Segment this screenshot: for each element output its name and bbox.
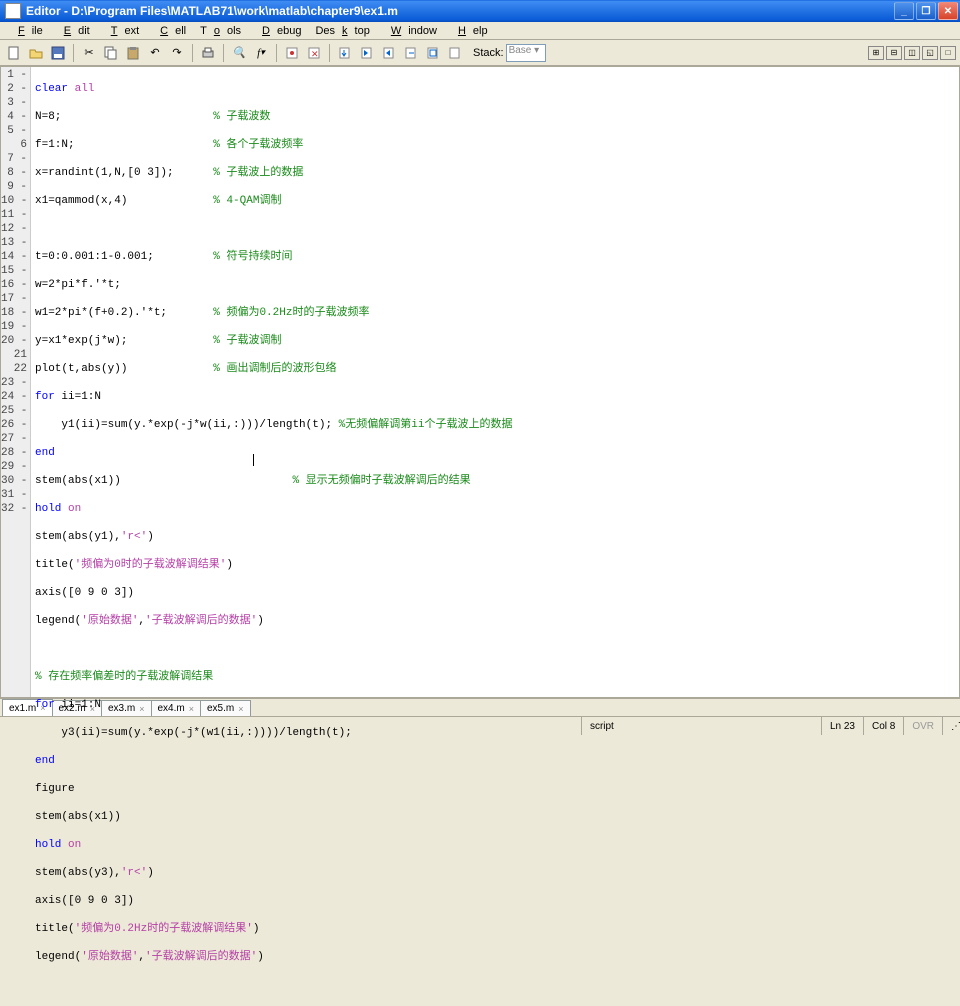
gutter-line[interactable]: 31 - (1, 488, 30, 502)
print-icon[interactable] (198, 43, 218, 63)
gutter-line[interactable]: 23 - (1, 376, 30, 390)
close-button[interactable]: ✕ (938, 2, 958, 20)
menu-help[interactable]: Help (444, 24, 495, 38)
open-file-icon[interactable] (26, 43, 46, 63)
gutter-line[interactable]: 13 - (1, 236, 30, 250)
redo-icon[interactable]: ↷ (167, 43, 187, 63)
dock-icon[interactable]: ◱ (922, 46, 938, 60)
gutter-line[interactable]: 26 - (1, 418, 30, 432)
gutter-line[interactable]: 32 - (1, 502, 30, 516)
gutter-line[interactable]: 8 - (1, 166, 30, 180)
step-icon[interactable] (335, 43, 355, 63)
stack-select[interactable]: Base ▾ (506, 44, 546, 62)
breakpoint-set-icon[interactable] (282, 43, 302, 63)
gutter-line[interactable]: 19 - (1, 320, 30, 334)
continue-icon[interactable] (401, 43, 421, 63)
gutter-line[interactable]: 30 - (1, 474, 30, 488)
gutter-line[interactable]: 27 - (1, 432, 30, 446)
cut-icon[interactable]: ✂ (79, 43, 99, 63)
stack-label: Stack: (473, 47, 504, 59)
toolbar: ✂ ↶ ↷ 🔍 f▾ ✕ Stack: Base ▾ ⊞ ⊟ ◫ ◱ □ (0, 40, 960, 66)
gutter-line[interactable]: 29 - (1, 460, 30, 474)
exit-debug-icon[interactable] (445, 43, 465, 63)
maximize-button[interactable]: ❐ (916, 2, 936, 20)
window-title: Editor - D:\Program Files\MATLAB71\work\… (24, 4, 894, 18)
gutter-line[interactable]: 21 (1, 348, 30, 362)
gutter-line[interactable]: 10 - (1, 194, 30, 208)
gutter-line[interactable]: 2 - (1, 82, 30, 96)
gutter-line[interactable]: 25 - (1, 404, 30, 418)
undo-icon[interactable]: ↶ (145, 43, 165, 63)
editor-pane: 1 - 2 - 3 - 4 - 5 - 6 7 - 8 - 9 - 10 - 1… (0, 66, 960, 698)
run-icon[interactable] (423, 43, 443, 63)
gutter-line[interactable]: 28 - (1, 446, 30, 460)
maximize-pane-icon[interactable]: □ (940, 46, 956, 60)
function-icon[interactable]: f▾ (251, 43, 271, 63)
tile-icon[interactable]: ⊞ (868, 46, 884, 60)
menu-cell[interactable]: Cell (146, 24, 193, 38)
copy-icon[interactable] (101, 43, 121, 63)
gutter-line[interactable]: 7 - (1, 152, 30, 166)
gutter-line[interactable]: 1 - (1, 68, 30, 82)
paste-icon[interactable] (123, 43, 143, 63)
minimize-button[interactable]: _ (894, 2, 914, 20)
gutter-line[interactable]: 24 - (1, 390, 30, 404)
menu-edit[interactable]: Edit (50, 24, 97, 38)
menu-window[interactable]: Window (377, 24, 444, 38)
svg-text:✕: ✕ (311, 49, 319, 59)
menu-file[interactable]: File (4, 24, 50, 38)
window-controls: _ ❐ ✕ (894, 2, 958, 20)
menu-desktop[interactable]: Desktop (308, 24, 376, 38)
gutter-line[interactable]: 18 - (1, 306, 30, 320)
menu-debug[interactable]: Debug (248, 24, 308, 38)
code-area[interactable]: clear all N=8; % 子载波数 f=1:N; % 各个子载波频率 x… (31, 67, 959, 697)
line-gutter: 1 - 2 - 3 - 4 - 5 - 6 7 - 8 - 9 - 10 - 1… (1, 67, 31, 697)
gutter-line[interactable]: 14 - (1, 250, 30, 264)
new-file-icon[interactable] (4, 43, 24, 63)
gutter-line[interactable]: 17 - (1, 292, 30, 306)
gutter-line[interactable]: 15 - (1, 264, 30, 278)
gutter-line[interactable]: 9 - (1, 180, 30, 194)
menubar: File Edit Text Cell Tools Debug Desktop … (0, 22, 960, 40)
gutter-line[interactable]: 3 - (1, 96, 30, 110)
save-icon[interactable] (48, 43, 68, 63)
app-icon (5, 3, 21, 19)
menu-text[interactable]: Text (97, 24, 146, 38)
gutter-line[interactable]: 5 - (1, 124, 30, 138)
gutter-line[interactable]: 6 (1, 138, 30, 152)
split-h-icon[interactable]: ⊟ (886, 46, 902, 60)
split-v-icon[interactable]: ◫ (904, 46, 920, 60)
find-icon[interactable]: 🔍 (229, 43, 249, 63)
gutter-line[interactable]: 4 - (1, 110, 30, 124)
menu-tools[interactable]: Tools (193, 24, 248, 38)
gutter-line[interactable]: 22 (1, 362, 30, 376)
gutter-line[interactable]: 12 - (1, 222, 30, 236)
titlebar: Editor - D:\Program Files\MATLAB71\work\… (0, 0, 960, 22)
gutter-line[interactable]: 16 - (1, 278, 30, 292)
text-cursor (253, 454, 254, 466)
gutter-line[interactable]: 11 - (1, 208, 30, 222)
breakpoint-clear-icon[interactable]: ✕ (304, 43, 324, 63)
gutter-line[interactable]: 20 - (1, 334, 30, 348)
step-out-icon[interactable] (379, 43, 399, 63)
step-in-icon[interactable] (357, 43, 377, 63)
